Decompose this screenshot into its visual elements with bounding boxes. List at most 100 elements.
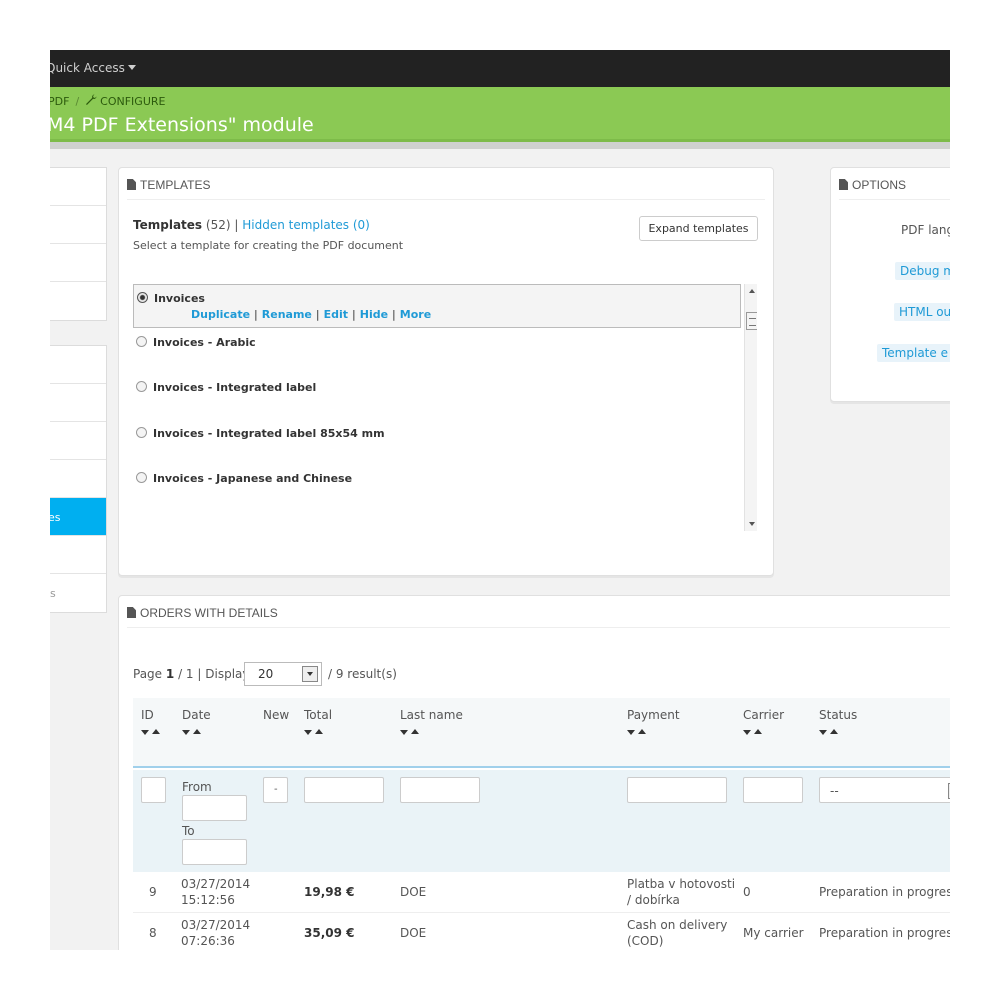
column-total[interactable]: Total	[304, 708, 332, 722]
sidebar-item[interactable]	[50, 282, 106, 320]
sort-icon[interactable]	[627, 729, 651, 737]
filter-date-from-input[interactable]	[182, 795, 247, 821]
document-icon	[127, 179, 136, 190]
column-date[interactable]: Date	[182, 708, 211, 722]
template-label: Invoices - Japanese and Chinese	[153, 472, 353, 485]
template-radio[interactable]	[136, 427, 147, 438]
cell-date: 03/27/2014 15:12:56	[181, 877, 251, 907]
sort-icon[interactable]	[819, 729, 843, 737]
document-icon	[839, 179, 848, 190]
sort-icon[interactable]	[304, 729, 328, 737]
sidebar-item-templates[interactable]: es	[50, 498, 106, 536]
filter-total-input[interactable]	[304, 777, 384, 803]
chevron-down-icon[interactable]	[302, 666, 318, 682]
template-label: Invoices - Arabic	[153, 336, 256, 349]
cell-status: Preparation in progress	[819, 885, 950, 899]
pagination-info: Page 1 / 1 | Display	[133, 667, 250, 681]
sidebar-item[interactable]	[50, 244, 106, 282]
templates-heading-text: TEMPLATES	[140, 178, 211, 192]
header-divider	[50, 139, 950, 149]
sidebar-group-bottom: es s	[50, 345, 107, 613]
orders-panel: ORDERS WITH DETAILS Page 1 / 1 | Display…	[118, 595, 950, 950]
display-count-select[interactable]: 20	[244, 662, 322, 686]
column-status[interactable]: Status	[819, 708, 857, 722]
column-new[interactable]: New	[263, 708, 289, 722]
filter-status-select[interactable]: --	[819, 777, 950, 803]
cell-last-name: DOE	[400, 885, 427, 899]
template-editor-button[interactable]: Template e	[877, 344, 950, 362]
template-item[interactable]: Invoices - Japanese and Chinese	[133, 472, 741, 485]
templates-heading: TEMPLATES	[127, 168, 765, 200]
chevron-down-icon[interactable]	[948, 783, 950, 799]
app-window: Quick Access PDF / CONFIGURE M4 PDF Extens…	[50, 50, 950, 950]
filter-last-name-input[interactable]	[400, 777, 480, 803]
scroll-up-icon[interactable]	[749, 289, 755, 293]
template-list-scrollbar[interactable]	[744, 284, 757, 531]
sidebar-item[interactable]	[50, 422, 106, 460]
cell-total: 35,09 €	[304, 926, 355, 940]
sort-icon[interactable]	[743, 729, 767, 737]
sidebar-item[interactable]	[50, 384, 106, 422]
scroll-down-icon[interactable]	[749, 522, 755, 526]
templates-description: Select a template for creating the PDF d…	[133, 239, 404, 252]
templates-panel: TEMPLATES Templates (52) | Hidden templa…	[118, 167, 774, 576]
more-link[interactable]: More	[400, 308, 431, 321]
sort-icon[interactable]	[182, 729, 206, 737]
sidebar-item[interactable]	[50, 536, 106, 574]
pdf-language-label: PDF lang	[901, 223, 950, 237]
cell-payment: Cash on delivery (COD)	[627, 918, 728, 948]
html-output-button[interactable]: HTML ou	[894, 303, 950, 321]
template-radio[interactable]	[136, 472, 147, 483]
filter-to-label: To	[182, 824, 195, 838]
template-item-invoices[interactable]: Invoices Duplicate | Rename | Edit | Hide | More	[133, 284, 741, 328]
quick-access-menu[interactable]: Quick Access	[50, 61, 136, 75]
expand-templates-button[interactable]: Expand templates	[639, 216, 758, 241]
column-last-name[interactable]: Last name	[400, 708, 463, 722]
breadcrumb-separator: /	[75, 95, 80, 108]
current-page: 1	[165, 667, 175, 681]
filter-carrier-input[interactable]	[743, 777, 803, 803]
cell-last-name: DOE	[400, 926, 427, 940]
column-id[interactable]: ID	[141, 708, 154, 722]
template-label: Invoices - Integrated label 85x54 mm	[153, 427, 385, 440]
template-radio[interactable]	[136, 381, 147, 392]
hidden-templates-link[interactable]: Hidden templates (0)	[242, 218, 370, 232]
template-radio[interactable]	[136, 336, 147, 347]
cell-status: Preparation in progress	[819, 926, 950, 940]
sidebar-item[interactable]	[50, 346, 106, 384]
breadcrumb-parent[interactable]: PDF	[50, 95, 69, 108]
template-item[interactable]: Invoices - Integrated label 85x54 mm	[133, 427, 741, 440]
sidebar-item[interactable]	[50, 168, 106, 206]
sort-icon[interactable]	[141, 729, 165, 737]
template-radio[interactable]	[137, 292, 148, 303]
template-item[interactable]: Invoices - Arabic	[133, 336, 741, 349]
filter-new-select[interactable]: -	[263, 777, 288, 803]
duplicate-link[interactable]: Duplicate	[191, 308, 250, 321]
sidebar-item[interactable]	[50, 206, 106, 244]
edit-link[interactable]: Edit	[324, 308, 348, 321]
options-heading-text: OPTIONS	[852, 178, 907, 192]
column-payment[interactable]: Payment	[627, 708, 680, 722]
orders-filter-row: From To - --	[133, 770, 950, 872]
template-list[interactable]: Invoices Duplicate | Rename | Edit | Hide | More…	[133, 284, 757, 531]
debug-mode-button[interactable]: Debug m	[895, 262, 950, 280]
column-carrier[interactable]: Carrier	[743, 708, 784, 722]
template-label: Invoices	[154, 292, 205, 305]
template-label: Invoices - Integrated label	[153, 381, 317, 394]
results-count: / 9 result(s)	[328, 667, 397, 681]
sidebar-item[interactable]	[50, 460, 106, 498]
sidebar-item[interactable]: s	[50, 574, 106, 612]
rename-link[interactable]: Rename	[262, 308, 312, 321]
hide-link[interactable]: Hide	[360, 308, 388, 321]
table-row[interactable]: 9 03/27/2014 15:12:56 19,98 € DOE Platba …	[133, 872, 950, 913]
filter-payment-input[interactable]	[627, 777, 727, 803]
template-item[interactable]: Invoices - Integrated label	[133, 381, 741, 394]
filter-id-input[interactable]	[141, 777, 166, 803]
filter-date-to-input[interactable]	[182, 839, 247, 865]
scrollbar-thumb[interactable]	[746, 312, 757, 330]
page-header: PDF / CONFIGURE M4 PDF Extensions" module	[50, 87, 950, 139]
table-row[interactable]: 8 03/27/2014 07:26:36 35,09 € DOE Cash on…	[133, 913, 950, 950]
cell-id: 9	[149, 885, 157, 899]
sort-icon[interactable]	[400, 729, 424, 737]
cell-id: 8	[149, 926, 157, 940]
